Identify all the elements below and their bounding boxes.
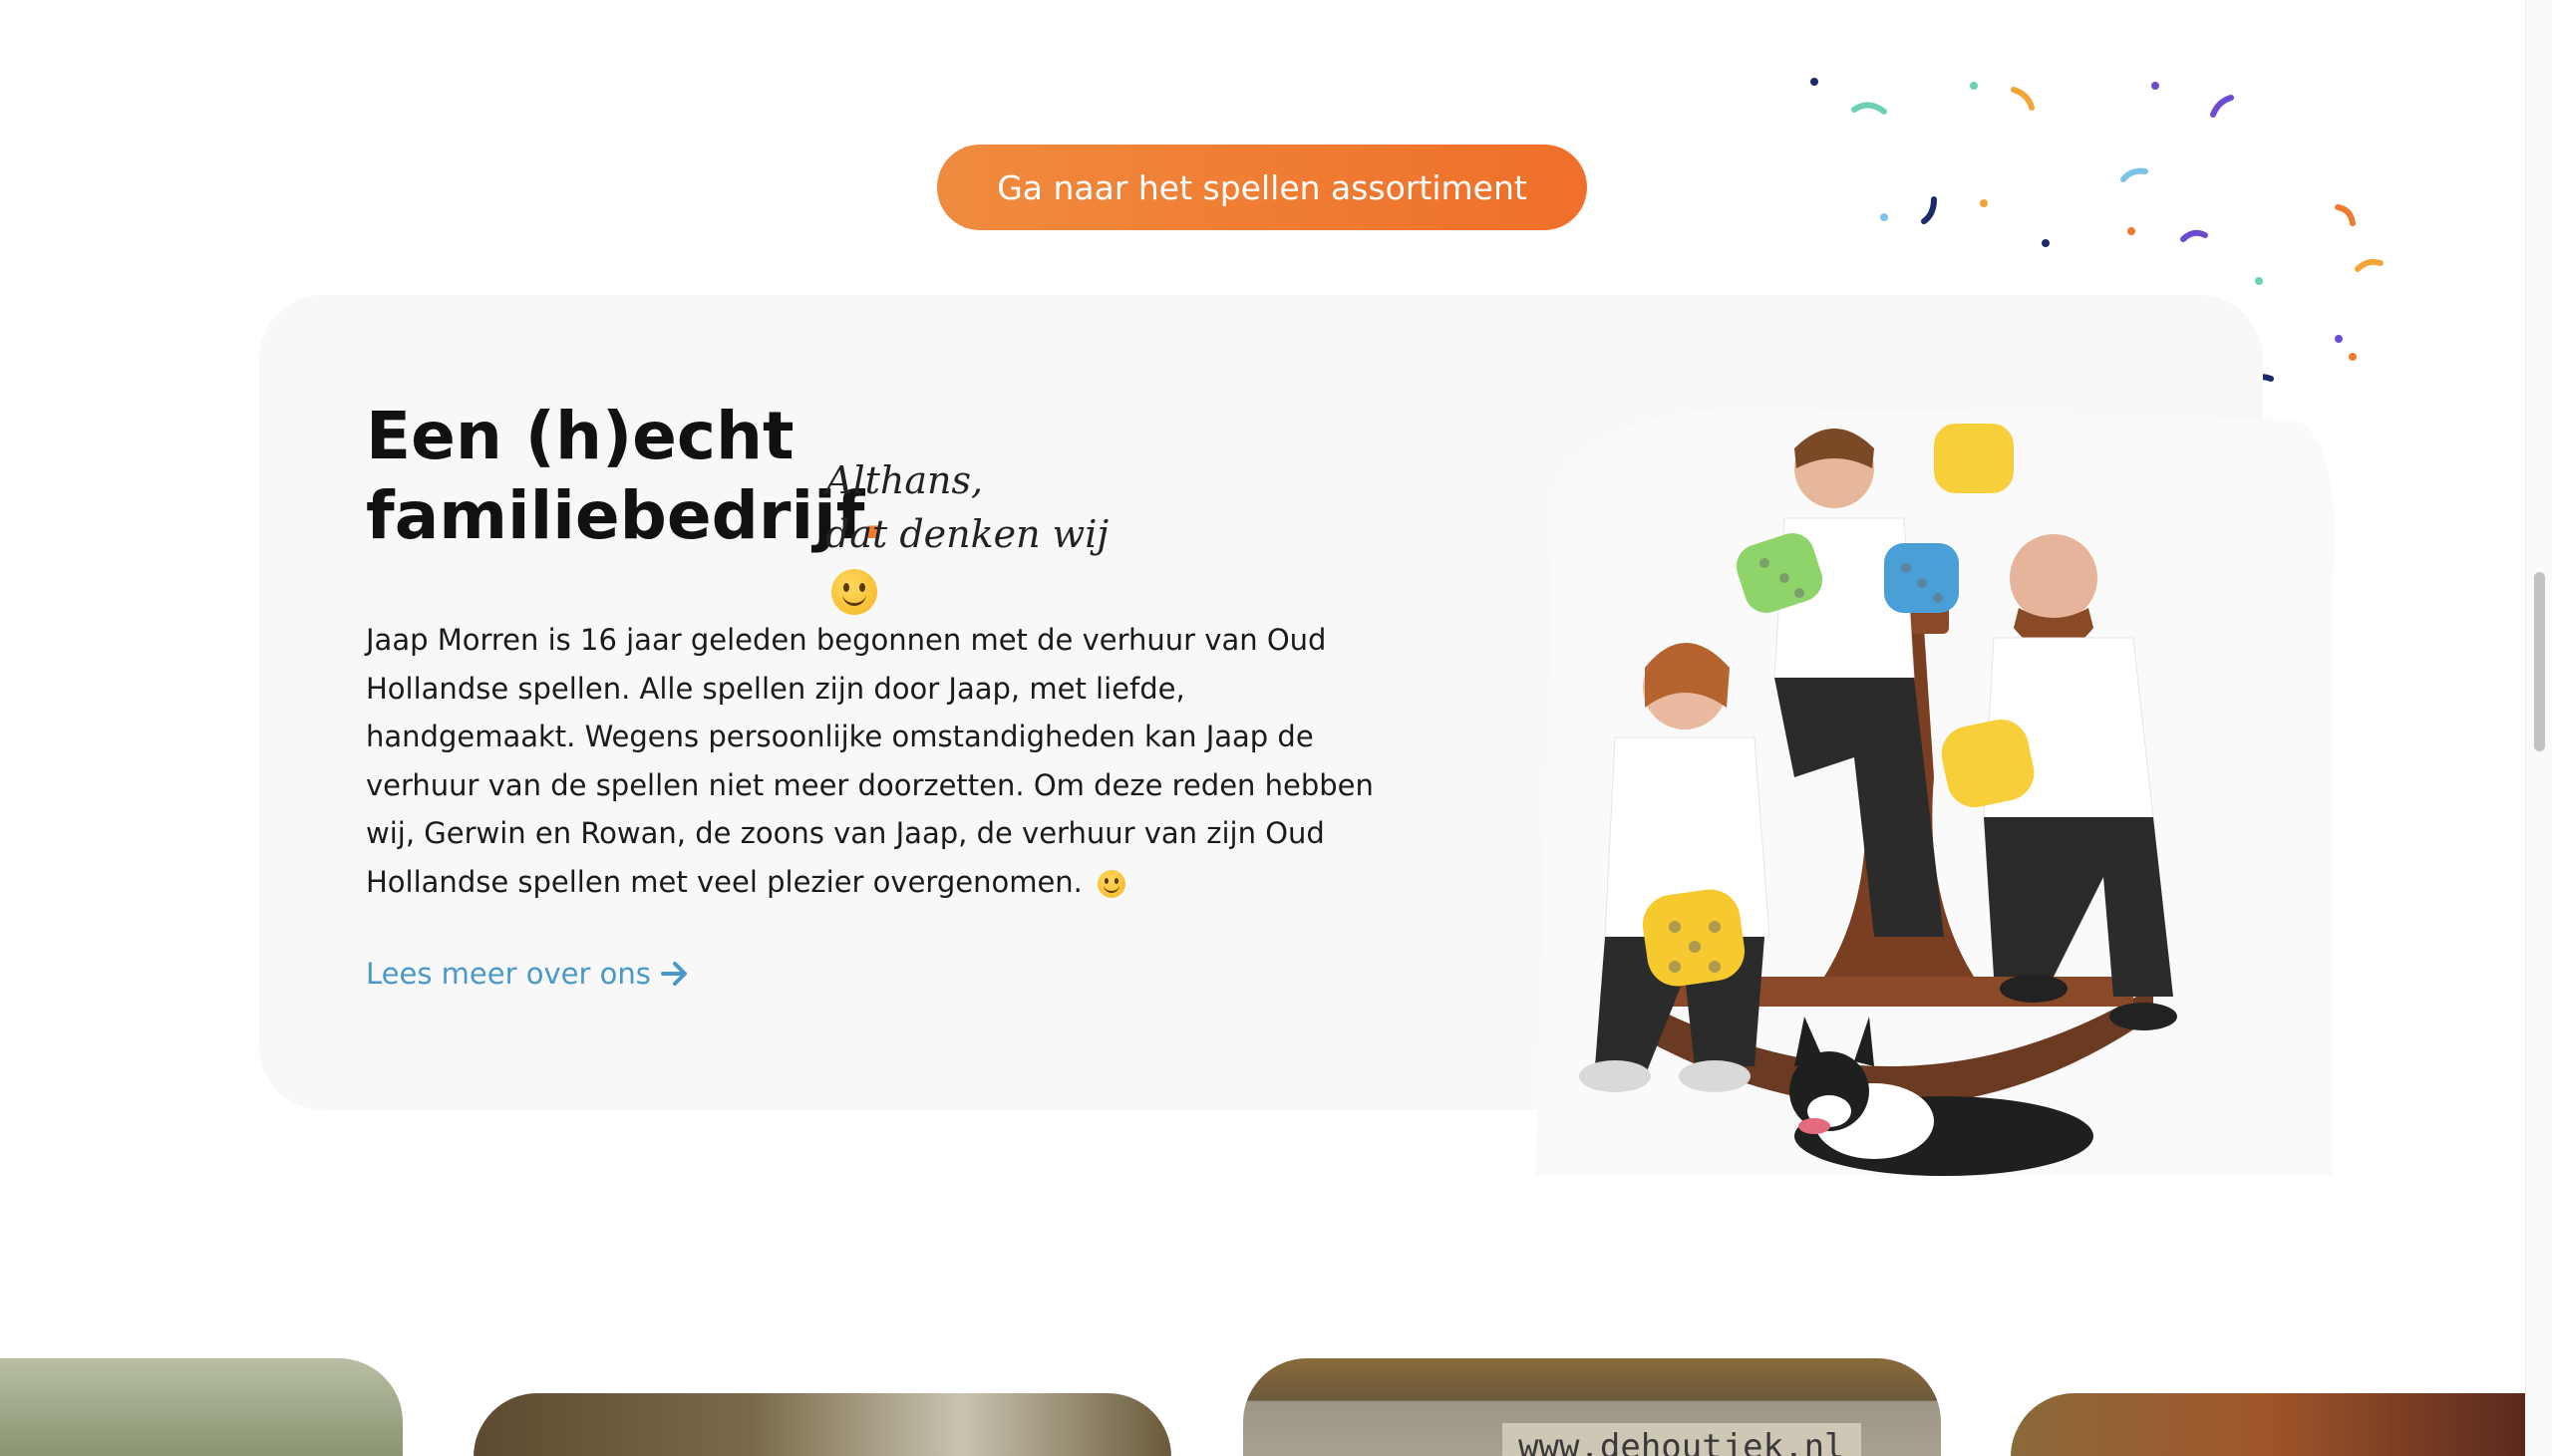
script-line-1: Althans, <box>825 458 984 502</box>
smiley-small-icon <box>1098 869 1126 898</box>
team-photo <box>1535 407 2335 1176</box>
about-text-content: Jaap Morren is 16 jaar geleden begonnen … <box>366 623 1374 899</box>
gallery-image-1[interactable] <box>0 1358 403 1456</box>
sign-text: www.dehoutjek.nl <box>1502 1423 1861 1456</box>
script-line-2: dat denken wij <box>825 512 1110 556</box>
scrollbar[interactable] <box>2525 0 2552 1456</box>
scroll-thumb[interactable] <box>2534 572 2545 751</box>
gallery-image-2[interactable] <box>474 1393 1171 1456</box>
read-more-label: Lees meer over ons <box>366 957 651 991</box>
smiley-icon <box>831 568 877 615</box>
gallery-image-4[interactable] <box>2011 1393 2525 1456</box>
handwritten-note: Althans, dat denken wij <box>825 453 1154 615</box>
heading-line-1: Een (h)echt <box>366 398 795 474</box>
read-more-link[interactable]: Lees meer over ons <box>366 957 689 991</box>
heading-line-2: familiebedrijf <box>366 477 861 554</box>
gallery-image-3[interactable]: www.dehoutjek.nl <box>1243 1358 1941 1456</box>
assortment-button[interactable]: Ga naar het spellen assortiment <box>937 145 1587 230</box>
arrow-right-icon <box>660 962 687 986</box>
about-text: Jaap Morren is 16 jaar geleden begonnen … <box>366 616 1403 906</box>
